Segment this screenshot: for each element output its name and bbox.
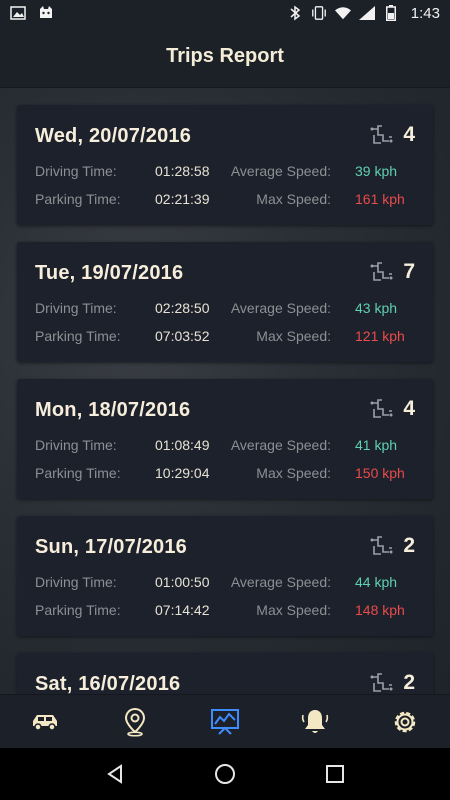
trip-count-value: 2 bbox=[403, 671, 415, 694]
nav-location[interactable] bbox=[110, 697, 160, 747]
max-speed-value: 121 kph bbox=[355, 328, 405, 344]
max-speed-value: 150 kph bbox=[355, 465, 405, 481]
gear-icon bbox=[394, 711, 416, 732]
parking-time-value: 10:29:04 bbox=[155, 465, 210, 481]
driving-row: Driving Time: 01:00:50 Average Speed: 44… bbox=[35, 574, 415, 594]
parking-time-value: 07:03:52 bbox=[155, 328, 210, 344]
nav-reports[interactable] bbox=[200, 697, 250, 747]
wifi-icon bbox=[334, 5, 351, 21]
driving-time-value: 01:00:50 bbox=[155, 574, 210, 590]
report-date: Sun, 17/07/2016 bbox=[35, 536, 187, 558]
bottom-navigation bbox=[0, 694, 450, 748]
report-date: Tue, 19/07/2016 bbox=[35, 262, 184, 284]
parking-time-label: Parking Time: bbox=[35, 465, 121, 481]
parking-time-label: Parking Time: bbox=[35, 191, 121, 207]
trips-report-list[interactable]: Wed, 20/07/2016 4 Driving Time: 01:28:58… bbox=[0, 88, 450, 694]
trip-report-card[interactable]: Mon, 18/07/2016 4 Driving Time: 01:08:49… bbox=[17, 379, 433, 499]
max-speed-value: 161 kph bbox=[355, 191, 405, 207]
average-speed-value: 44 kph bbox=[355, 574, 398, 590]
android-cat-icon bbox=[38, 5, 54, 21]
status-bar: 1:43 bbox=[0, 0, 450, 26]
report-date: Mon, 18/07/2016 bbox=[35, 399, 191, 421]
chart-icon bbox=[211, 708, 239, 735]
parking-row: Parking Time: 07:03:52 Max Speed: 121 kp… bbox=[35, 328, 415, 348]
recents-button[interactable] bbox=[315, 754, 355, 794]
driving-time-label: Driving Time: bbox=[35, 163, 117, 179]
trip-count-value: 7 bbox=[403, 260, 415, 283]
driving-time-label: Driving Time: bbox=[35, 574, 117, 590]
parking-row: Parking Time: 02:21:39 Max Speed: 161 kp… bbox=[35, 191, 415, 211]
back-triangle-icon bbox=[107, 764, 122, 784]
bell-icon bbox=[301, 709, 329, 733]
trip-report-card[interactable]: Sat, 16/07/2016 2 bbox=[17, 653, 433, 694]
trip-report-card[interactable]: Wed, 20/07/2016 4 Driving Time: 01:28:58… bbox=[17, 105, 433, 225]
nav-alerts[interactable] bbox=[290, 697, 340, 747]
driving-time-value: 02:28:50 bbox=[155, 300, 210, 316]
route-icon bbox=[369, 671, 395, 694]
image-notification-icon bbox=[10, 5, 26, 21]
page-title: Trips Report bbox=[166, 45, 284, 67]
driving-row: Driving Time: 01:28:58 Average Speed: 39… bbox=[35, 163, 415, 183]
average-speed-value: 39 kph bbox=[355, 163, 398, 179]
driving-row: Driving Time: 01:08:49 Average Speed: 41… bbox=[35, 437, 415, 457]
route-icon bbox=[369, 534, 395, 558]
parking-time-value: 07:14:42 bbox=[155, 602, 210, 618]
vibrate-icon bbox=[311, 5, 327, 21]
car-icon bbox=[33, 714, 57, 731]
home-button[interactable] bbox=[205, 754, 245, 794]
trip-report-card[interactable]: Tue, 19/07/2016 7 Driving Time: 02:28:50… bbox=[17, 242, 433, 362]
parking-time-label: Parking Time: bbox=[35, 602, 121, 618]
max-speed-label: Max Speed: bbox=[256, 328, 331, 344]
parking-time-label: Parking Time: bbox=[35, 328, 121, 344]
battery-icon bbox=[383, 5, 399, 21]
back-button[interactable] bbox=[95, 754, 135, 794]
average-speed-label: Average Speed: bbox=[230, 163, 331, 179]
trip-count: 2 bbox=[369, 671, 415, 694]
system-navigation-bar bbox=[0, 748, 450, 800]
location-pin-icon bbox=[124, 707, 146, 737]
trip-count: 4 bbox=[369, 397, 415, 421]
route-icon bbox=[369, 260, 395, 284]
signal-icon bbox=[358, 5, 375, 21]
trip-count-value: 4 bbox=[403, 123, 415, 146]
average-speed-value: 41 kph bbox=[355, 437, 398, 453]
parking-time-value: 02:21:39 bbox=[155, 191, 210, 207]
trip-count: 4 bbox=[369, 123, 415, 147]
trip-count: 7 bbox=[369, 260, 415, 284]
status-time: 1:43 bbox=[410, 4, 440, 22]
trip-report-card[interactable]: Sun, 17/07/2016 2 Driving Time: 01:00:50… bbox=[17, 516, 433, 636]
parking-row: Parking Time: 10:29:04 Max Speed: 150 kp… bbox=[35, 465, 415, 485]
driving-row: Driving Time: 02:28:50 Average Speed: 43… bbox=[35, 300, 415, 320]
nav-settings[interactable] bbox=[380, 697, 430, 747]
trip-count-value: 4 bbox=[403, 397, 415, 420]
parking-row: Parking Time: 07:14:42 Max Speed: 148 kp… bbox=[35, 602, 415, 622]
average-speed-label: Average Speed: bbox=[230, 300, 331, 316]
nav-car[interactable] bbox=[20, 697, 70, 747]
driving-time-value: 01:28:58 bbox=[155, 163, 210, 179]
average-speed-value: 43 kph bbox=[355, 300, 398, 316]
header: Trips Report bbox=[0, 26, 450, 88]
driving-time-label: Driving Time: bbox=[35, 300, 117, 316]
route-icon bbox=[369, 397, 395, 421]
recents-square-icon bbox=[326, 765, 344, 783]
trip-count-value: 2 bbox=[403, 534, 415, 557]
route-icon bbox=[369, 123, 395, 147]
bluetooth-icon bbox=[287, 5, 303, 21]
home-circle-icon bbox=[215, 764, 235, 784]
max-speed-label: Max Speed: bbox=[256, 465, 331, 481]
driving-time-value: 01:08:49 bbox=[155, 437, 210, 453]
average-speed-label: Average Speed: bbox=[230, 437, 331, 453]
max-speed-label: Max Speed: bbox=[256, 191, 331, 207]
average-speed-label: Average Speed: bbox=[230, 574, 331, 590]
trip-count: 2 bbox=[369, 534, 415, 558]
report-date: Wed, 20/07/2016 bbox=[35, 125, 192, 147]
max-speed-value: 148 kph bbox=[355, 602, 405, 618]
max-speed-label: Max Speed: bbox=[256, 602, 331, 618]
driving-time-label: Driving Time: bbox=[35, 437, 117, 453]
report-date: Sat, 16/07/2016 bbox=[35, 673, 181, 694]
